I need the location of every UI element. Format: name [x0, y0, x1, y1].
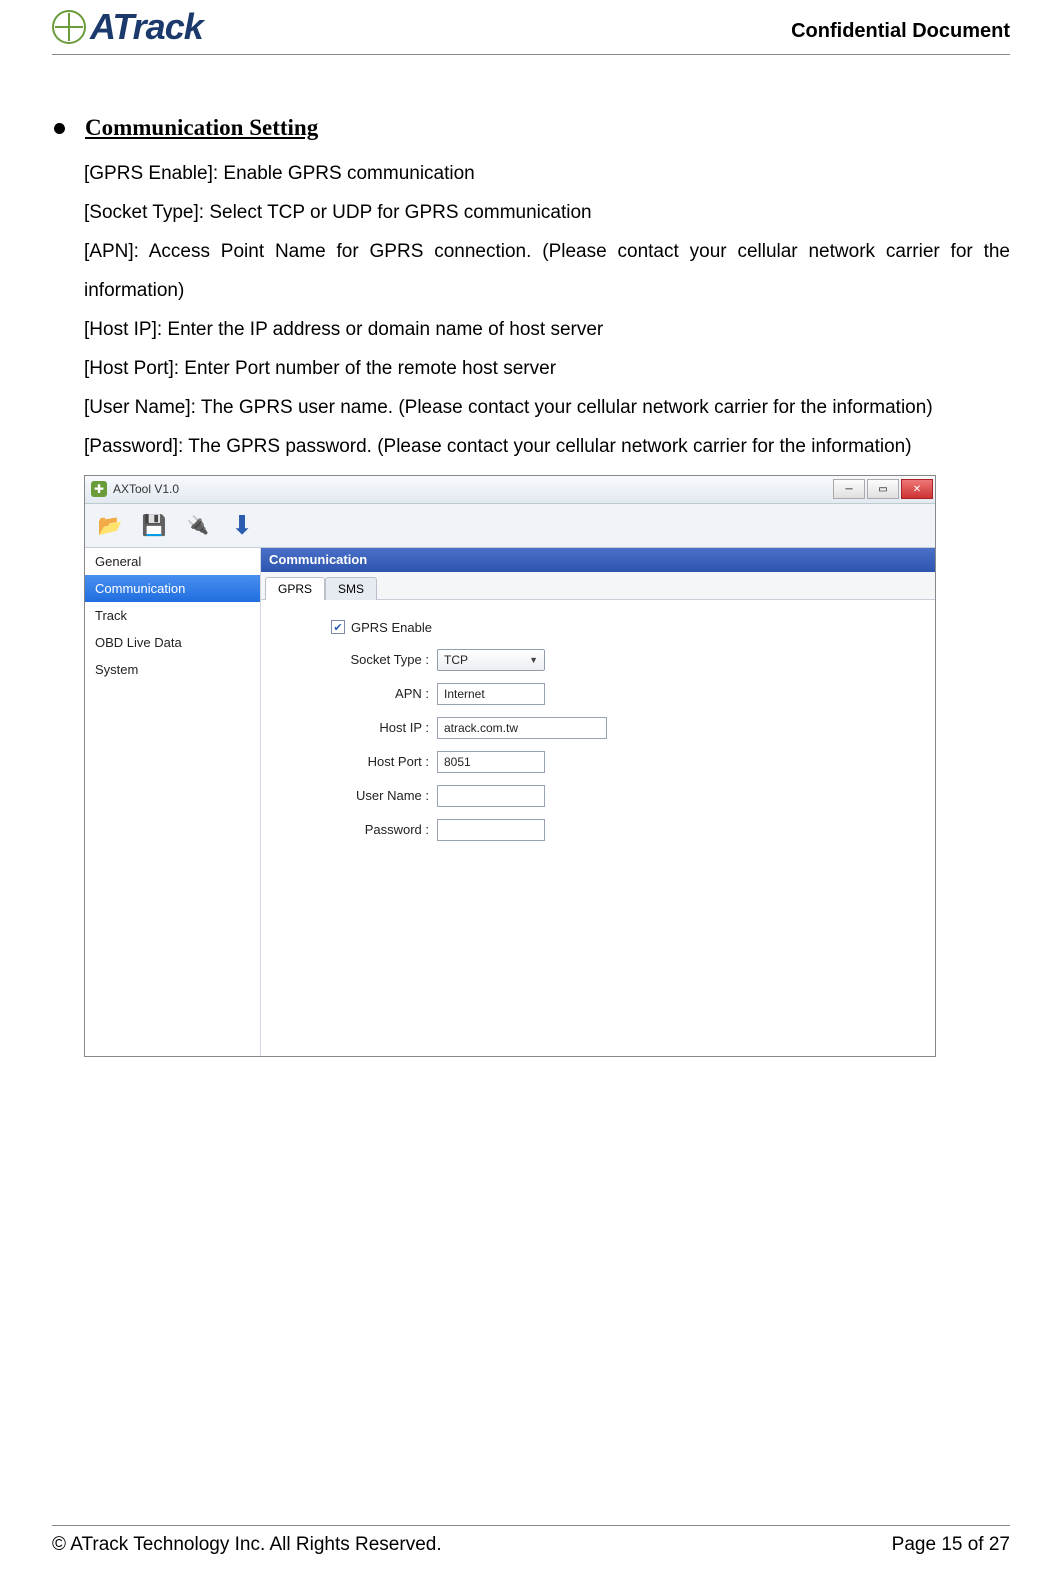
chevron-down-icon: ▼	[529, 655, 538, 665]
tab-sms[interactable]: SMS	[325, 577, 377, 600]
desc-user-name: [User Name]: The GPRS user name. (Please…	[84, 389, 1010, 428]
host-ip-input[interactable]: atrack.com.tw	[437, 717, 607, 739]
desc-gprs-enable: [GPRS Enable]: Enable GPRS communication	[84, 155, 1010, 194]
apn-label: APN :	[277, 686, 437, 701]
logo: ATrack	[52, 6, 203, 48]
main-area: General Communication Track OBD Live Dat…	[85, 548, 935, 1056]
section-title: Communication Setting	[85, 115, 318, 141]
sidebar-item-obd[interactable]: OBD Live Data	[85, 629, 260, 656]
connect-icon[interactable]: 🔌	[183, 510, 213, 540]
window-controls: ─ ▭ ✕	[833, 479, 935, 499]
user-name-input[interactable]	[437, 785, 545, 807]
bullet-icon	[54, 123, 65, 134]
gprs-enable-checkbox[interactable]: ✔	[331, 620, 345, 634]
subtabs: GPRS SMS	[261, 572, 935, 600]
user-name-row: User Name :	[277, 785, 919, 807]
desc-socket-type: [Socket Type]: Select TCP or UDP for GPR…	[84, 194, 1010, 233]
socket-type-dropdown[interactable]: TCP ▼	[437, 649, 545, 671]
desc-password: [Password]: The GPRS password. (Please c…	[84, 428, 1010, 467]
page-footer: © ATrack Technology Inc. All Rights Rese…	[52, 1525, 1010, 1556]
host-port-label: Host Port :	[277, 754, 437, 769]
desc-apn: [APN]: Access Point Name for GPRS connec…	[84, 233, 1010, 311]
description-list: [GPRS Enable]: Enable GPRS communication…	[52, 155, 1010, 467]
toolbar: 📂 💾 🔌 ⬇	[85, 504, 935, 548]
titlebar-left: ✚ AXTool V1.0	[91, 481, 179, 497]
password-label: Password :	[277, 822, 437, 837]
close-button[interactable]: ✕	[901, 479, 933, 499]
config-panel: Communication GPRS SMS ✔ GPRS Enable Soc…	[261, 548, 935, 1056]
socket-type-row: Socket Type : TCP ▼	[277, 649, 919, 671]
host-port-row: Host Port : 8051	[277, 751, 919, 773]
save-icon[interactable]: 💾	[139, 510, 169, 540]
page-header: ATrack Confidential Document	[52, 0, 1010, 55]
window-title: AXTool V1.0	[113, 482, 179, 496]
minimize-button[interactable]: ─	[833, 479, 865, 499]
sidebar-item-general[interactable]: General	[85, 548, 260, 575]
logo-text: ATrack	[90, 6, 203, 48]
apn-row: APN : Internet	[277, 683, 919, 705]
user-name-label: User Name :	[277, 788, 437, 803]
desc-host-port: [Host Port]: Enter Port number of the re…	[84, 350, 1010, 389]
host-port-input[interactable]: 8051	[437, 751, 545, 773]
tab-gprs[interactable]: GPRS	[265, 577, 325, 600]
confidential-label: Confidential Document	[791, 6, 1010, 43]
panel-header: Communication	[261, 548, 935, 572]
footer-page: Page 15 of 27	[892, 1534, 1010, 1556]
section-heading-row: Communication Setting	[52, 115, 1010, 141]
socket-type-value: TCP	[444, 653, 468, 667]
sidebar-item-system[interactable]: System	[85, 656, 260, 683]
maximize-button[interactable]: ▭	[867, 479, 899, 499]
sidebar-item-track[interactable]: Track	[85, 602, 260, 629]
body-content: Communication Setting [GPRS Enable]: Ena…	[52, 55, 1010, 1057]
download-arrow-icon[interactable]: ⬇	[227, 510, 257, 540]
gprs-enable-label: GPRS Enable	[351, 620, 432, 635]
gprs-enable-row: ✔ GPRS Enable	[277, 620, 919, 635]
apn-input[interactable]: Internet	[437, 683, 545, 705]
host-ip-label: Host IP :	[277, 720, 437, 735]
footer-copyright: © ATrack Technology Inc. All Rights Rese…	[52, 1534, 442, 1556]
form-area: ✔ GPRS Enable Socket Type : TCP ▼ APN : …	[261, 600, 935, 873]
password-row: Password :	[277, 819, 919, 841]
sidebar-item-communication[interactable]: Communication	[85, 575, 260, 602]
desc-host-ip: [Host IP]: Enter the IP address or domai…	[84, 311, 1010, 350]
password-input[interactable]	[437, 819, 545, 841]
host-ip-row: Host IP : atrack.com.tw	[277, 717, 919, 739]
logo-mark-icon	[52, 10, 86, 44]
app-icon: ✚	[91, 481, 107, 497]
open-folder-icon[interactable]: 📂	[95, 510, 125, 540]
app-window: ✚ AXTool V1.0 ─ ▭ ✕ 📂 💾 🔌 ⬇ General Comm…	[84, 475, 936, 1057]
sidebar: General Communication Track OBD Live Dat…	[85, 548, 261, 1056]
titlebar: ✚ AXTool V1.0 ─ ▭ ✕	[85, 476, 935, 504]
socket-type-label: Socket Type :	[277, 652, 437, 667]
